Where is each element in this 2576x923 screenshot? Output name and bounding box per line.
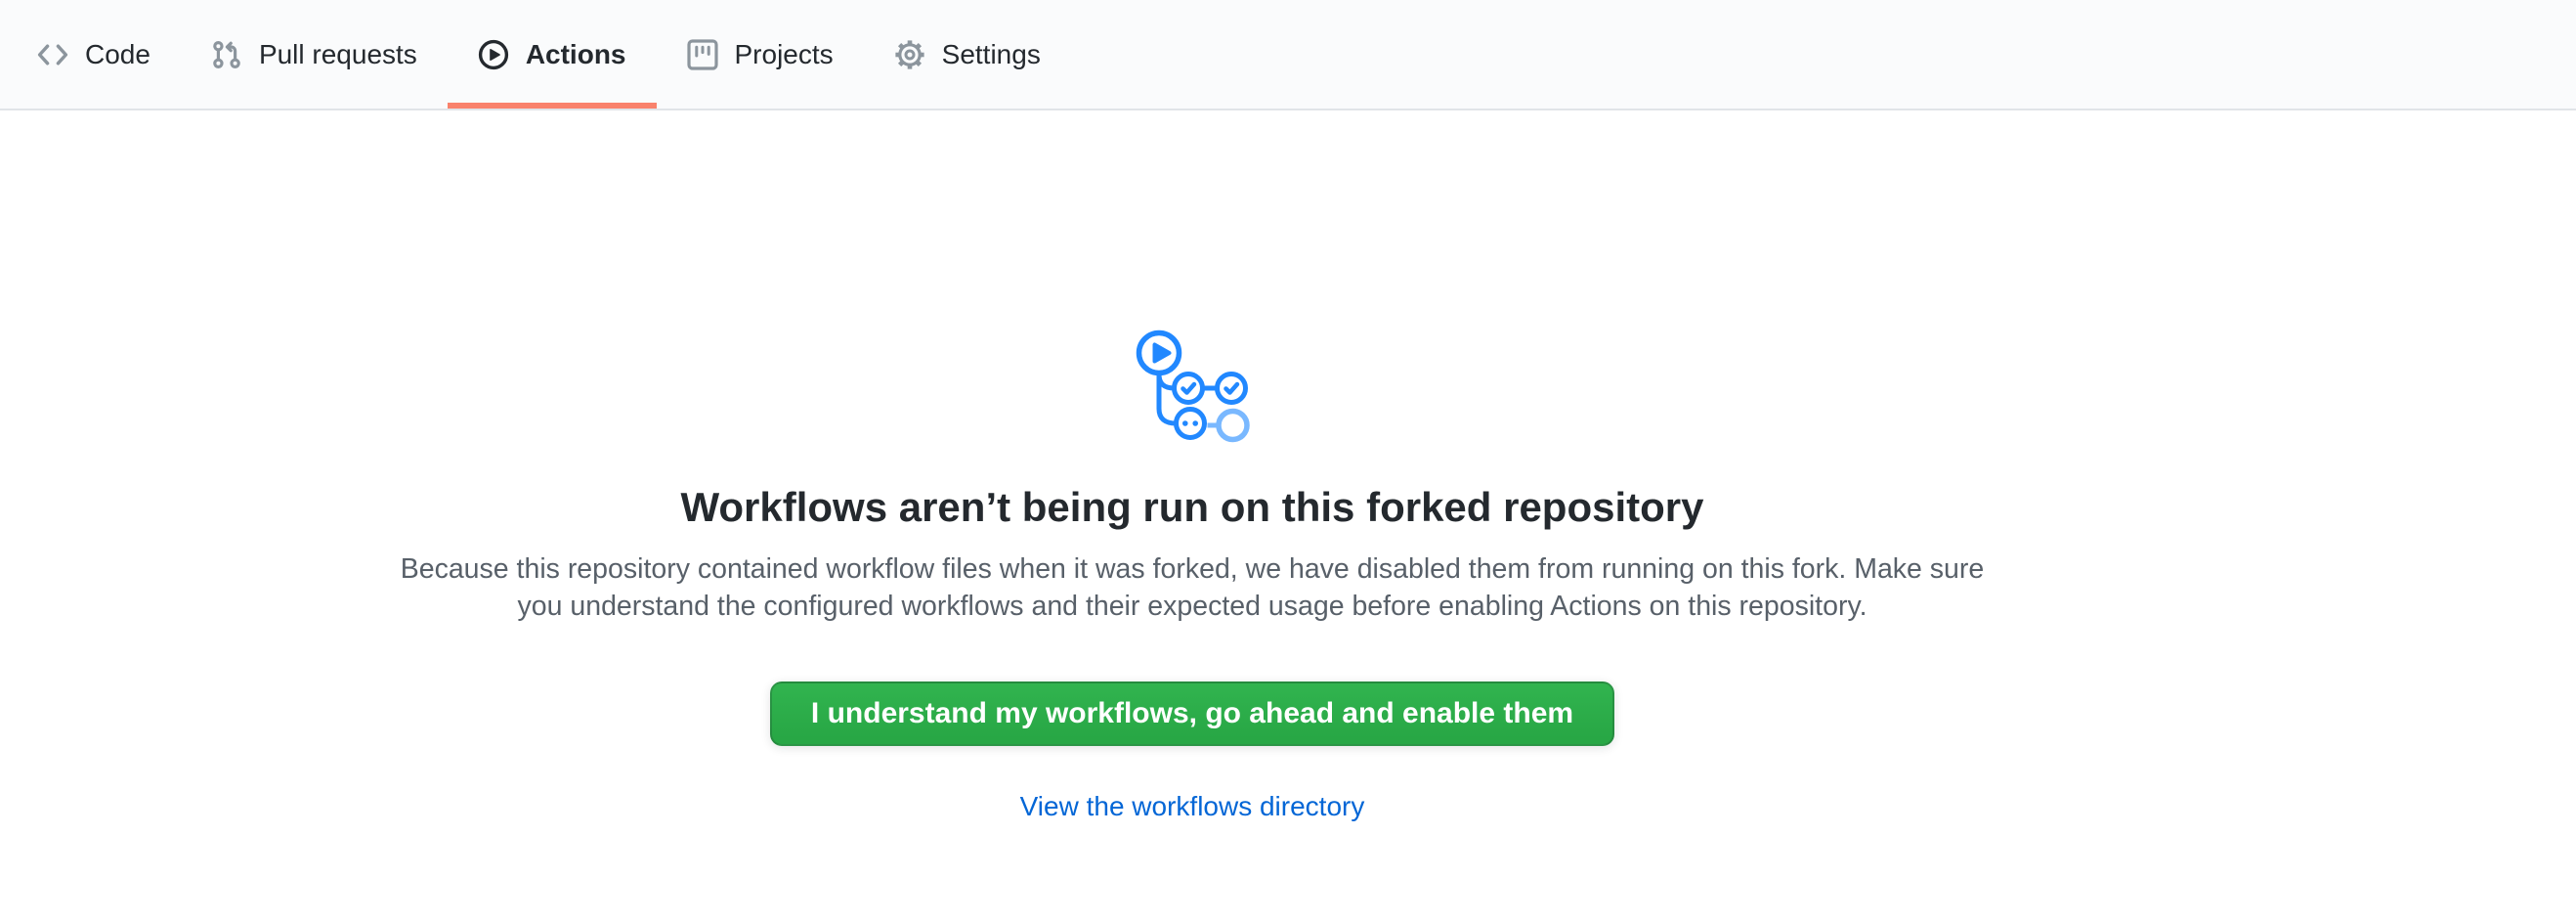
blankslate-description: Because this repository contained workfl… (396, 550, 1989, 625)
code-icon (37, 39, 68, 70)
tab-settings[interactable]: Settings (864, 0, 1071, 109)
git-pull-request-icon (211, 39, 242, 70)
button-row: I understand my workflows, go ahead and … (0, 625, 2480, 746)
actions-blankslate: Workflows aren’t being run on this forke… (0, 328, 2480, 822)
repo-tab-nav: Code Pull requests Actions (0, 0, 2576, 110)
tab-projects[interactable]: Projects (657, 0, 864, 109)
tab-actions[interactable]: Actions (448, 0, 657, 109)
blankslate-title: Workflows aren’t being run on this forke… (0, 482, 2480, 534)
tab-label: Pull requests (259, 41, 417, 68)
tab-label: Code (85, 41, 150, 68)
tab-code[interactable]: Code (7, 0, 181, 109)
project-icon (687, 39, 718, 70)
enable-workflows-button[interactable]: I understand my workflows, go ahead and … (770, 681, 1614, 746)
workflow-graph-icon (1132, 328, 1254, 445)
play-circle-icon (478, 39, 509, 70)
tab-label: Settings (942, 41, 1041, 68)
tab-label: Actions (526, 41, 626, 68)
tab-label: Projects (735, 41, 834, 68)
gear-icon (894, 39, 925, 70)
view-workflows-directory-link[interactable]: View the workflows directory (0, 791, 2480, 822)
tab-pull-requests[interactable]: Pull requests (181, 0, 448, 109)
